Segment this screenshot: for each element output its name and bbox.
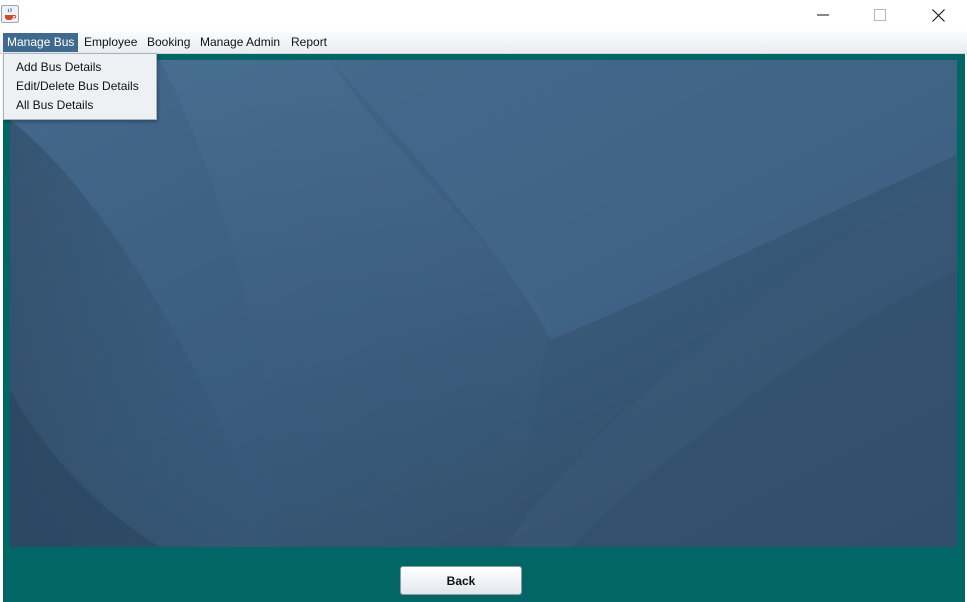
java-cup-icon	[1, 5, 19, 23]
menu-manage-bus[interactable]: Manage Bus	[3, 33, 79, 52]
menu-bar: Manage Bus Employee Booking Manage Admin…	[0, 31, 967, 54]
close-button[interactable]	[909, 0, 967, 30]
menu-item-edit-delete-bus-details[interactable]: Edit/Delete Bus Details	[16, 78, 139, 95]
maximize-icon	[874, 9, 886, 21]
manage-bus-dropdown: Add Bus Details Edit/Delete Bus Details …	[3, 53, 157, 120]
window-title-bar	[0, 0, 967, 31]
menu-item-add-bus-details[interactable]: Add Bus Details	[16, 59, 101, 76]
menu-item-all-bus-details[interactable]: All Bus Details	[16, 97, 93, 114]
menu-report[interactable]: Report	[287, 33, 331, 52]
back-button[interactable]: Back	[400, 566, 522, 595]
wallpaper-image	[10, 60, 957, 547]
minimize-icon	[817, 14, 829, 16]
maximize-button[interactable]	[851, 0, 909, 30]
close-icon	[931, 8, 945, 22]
minimize-button[interactable]	[794, 0, 852, 30]
menu-booking[interactable]: Booking	[143, 33, 194, 52]
menu-employee[interactable]: Employee	[80, 33, 141, 52]
content-frame: Back	[3, 54, 965, 602]
menu-manage-admin[interactable]: Manage Admin	[196, 33, 284, 52]
